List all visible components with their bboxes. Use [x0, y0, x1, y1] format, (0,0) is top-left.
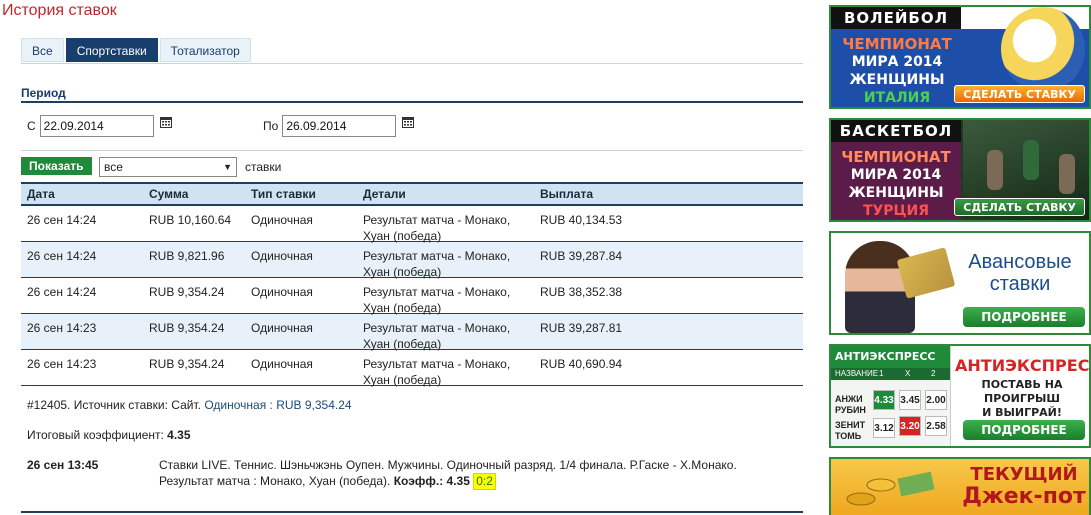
- bet-type-tabs: Все Спортставки Тотализатор: [21, 38, 253, 62]
- banner-subtitle: ПОСТАВЬ НА ПРОИГРЫШ И ВЫИГРАЙ!: [981, 378, 1063, 419]
- tabs-divider: [21, 63, 803, 64]
- cell-details: Результат матча - Монако, Хуан (победа): [363, 357, 511, 387]
- bet-source-link[interactable]: Одиночная : RUB 9,354.24: [204, 398, 351, 412]
- table-row[interactable]: 26 сен 14:23 RUB 9,354.24 Одиночная Резу…: [21, 350, 803, 387]
- bets-table: Дата Сумма Тип ставки Детали Выплата 26 …: [21, 182, 803, 387]
- cell-type: Одиночная: [251, 213, 313, 227]
- make-bet-button[interactable]: СДЕЛАТЬ СТАВКУ: [954, 198, 1085, 216]
- cell-date: 26 сен 14:24: [27, 213, 97, 227]
- cell-details: Результат матча - Монако, Хуан (победа): [363, 285, 511, 315]
- bet-type-selected: все: [104, 160, 123, 174]
- table-row[interactable]: 26 сен 14:24 RUB 9,821.96 Одиночная Резу…: [21, 242, 803, 279]
- banner-title: Авансовые ставки: [968, 251, 1072, 295]
- date-from-input[interactable]: [39, 115, 154, 137]
- bet-type-select[interactable]: все ▼: [99, 157, 237, 177]
- table-header: Дата Сумма Тип ставки Детали Выплата: [21, 182, 803, 206]
- event-line-2: Результат матча : Монако, Хуан (победа).…: [159, 473, 779, 490]
- calendar-icon[interactable]: [402, 116, 415, 128]
- cell-payout: RUB 40,690.94: [540, 357, 623, 371]
- odds-table-image: АНТИЭКСПРЕСС НАЗВАНИЕ 1 X 2 АНЖИ РУБИН 4.…: [831, 346, 951, 446]
- total-coef-value: 4.35: [167, 428, 191, 442]
- event-time: 26 сен 13:45: [27, 458, 99, 472]
- banner-jackpot[interactable]: ТЕКУЩИЙ Джек-пот: [829, 457, 1091, 515]
- cell-details: Результат матча - Монако, Хуан (победа): [363, 321, 511, 351]
- cell-date: 26 сен 14:23: [27, 321, 97, 335]
- coef-value: 4.35: [446, 474, 470, 488]
- cell-sum: RUB 9,354.24: [149, 321, 225, 335]
- cell-sum: RUB 9,821.96: [149, 249, 225, 263]
- cell-date: 26 сен 14:24: [27, 285, 97, 299]
- cell-sum: RUB 9,354.24: [149, 357, 225, 371]
- cell-details: Результат матча - Монако, Хуан (победа): [363, 213, 511, 243]
- cell-type: Одиночная: [251, 357, 313, 371]
- cell-payout: RUB 40,134.53: [540, 213, 623, 227]
- event-description: Ставки LIVE. Теннис. Шэньчжэнь Оупен. Му…: [159, 458, 779, 490]
- date-from-label: С: [27, 119, 36, 133]
- bet-source-prefix: #12405. Источник ставки: Сайт.: [27, 398, 201, 412]
- event-line-1: Ставки LIVE. Теннис. Шэньчжэнь Оупен. Му…: [159, 458, 737, 472]
- cell-type: Одиночная: [251, 249, 313, 263]
- make-bet-button[interactable]: СДЕЛАТЬ СТАВКУ: [954, 85, 1085, 103]
- banner-body: ЧЕМПИОНАТ МИРА 2014 ЖЕНЩИНЫ ИТАЛИЯ: [842, 35, 952, 106]
- header-details: Детали: [363, 187, 406, 201]
- period-divider: [21, 101, 803, 103]
- calendar-icon[interactable]: [159, 116, 172, 128]
- tab-sport-bets[interactable]: Спортставки: [65, 38, 158, 62]
- coef-label: Коэфф.:: [393, 474, 444, 488]
- filter-divider: [21, 150, 803, 151]
- chevron-down-icon: ▼: [223, 162, 232, 172]
- banner-advance-bets[interactable]: Авансовые ставки ПОДРОБНЕЕ: [829, 231, 1091, 335]
- banner-antiexpress[interactable]: АНТИЭКСПРЕСС НАЗВАНИЕ 1 X 2 АНЖИ РУБИН 4.…: [829, 344, 1091, 448]
- promo-banners: ВОЛЕЙБОЛ ЧЕМПИОНАТ МИРА 2014 ЖЕНЩИНЫ ИТА…: [829, 5, 1091, 515]
- date-to-label: По: [263, 119, 279, 133]
- show-button[interactable]: Показать: [21, 157, 92, 175]
- total-coef-label: Итоговый коэффициент:: [27, 428, 164, 442]
- more-button[interactable]: ПОДРОБНЕЕ: [963, 420, 1085, 440]
- bet-source-line: #12405. Источник ставки: Сайт. Одиночная…: [27, 398, 352, 412]
- filter-suffix-label: ставки: [245, 160, 282, 174]
- banner-head: БАСКЕТБОЛ: [831, 120, 961, 142]
- date-to-group: По: [263, 115, 415, 137]
- banner-volleyball[interactable]: ВОЛЕЙБОЛ ЧЕМПИОНАТ МИРА 2014 ЖЕНЩИНЫ ИТА…: [829, 5, 1091, 109]
- banner-title: АНТИЭКСПРЕСС: [955, 356, 1091, 375]
- banner-basketball[interactable]: БАСКЕТБОЛ ЧЕМПИОНАТ МИРА 2014 ЖЕНЩИНЫ ТУ…: [829, 118, 1091, 222]
- coins-icon: [846, 471, 935, 506]
- period-heading: Период: [21, 86, 66, 100]
- cell-sum: RUB 10,160.64: [149, 213, 232, 227]
- total-coefficient: Итоговый коэффициент: 4.35: [27, 428, 191, 442]
- header-type: Тип ставки: [251, 187, 316, 201]
- table-row[interactable]: 26 сен 14:24 RUB 10,160.64 Одиночная Рез…: [21, 206, 803, 243]
- volleyball-icon: [1001, 7, 1085, 91]
- cell-type: Одиночная: [251, 321, 313, 335]
- cell-payout: RUB 38,352.38: [540, 285, 623, 299]
- banner-body: ЧЕМПИОНАТ МИРА 2014 ЖЕНЩИНЫ ТУРЦИЯ: [831, 142, 961, 220]
- cell-date: 26 сен 14:24: [27, 249, 97, 263]
- tab-all[interactable]: Все: [21, 38, 64, 62]
- score-badge: 0:2: [473, 473, 496, 490]
- table-row[interactable]: 26 сен 14:23 RUB 9,354.24 Одиночная Резу…: [21, 314, 803, 351]
- tab-totalizator[interactable]: Тотализатор: [159, 38, 251, 62]
- header-payout: Выплата: [540, 187, 594, 201]
- bottom-divider: [21, 511, 803, 513]
- table-row[interactable]: 26 сен 14:24 RUB 9,354.24 Одиночная Резу…: [21, 278, 803, 315]
- header-date: Дата: [27, 187, 55, 201]
- header-sum: Сумма: [149, 187, 189, 201]
- page-title: История ставок: [2, 2, 117, 19]
- cell-date: 26 сен 14:23: [27, 357, 97, 371]
- date-from-group: С: [27, 115, 172, 137]
- cell-sum: RUB 9,354.24: [149, 285, 225, 299]
- cell-details: Результат матча - Монако, Хуан (победа): [363, 249, 511, 279]
- banner-head: ВОЛЕЙБОЛ: [831, 7, 961, 29]
- banner-title: ТЕКУЩИЙ Джек-пот: [962, 464, 1086, 509]
- date-to-input[interactable]: [282, 115, 397, 137]
- cell-payout: RUB 39,287.81: [540, 321, 623, 335]
- cell-type: Одиночная: [251, 285, 313, 299]
- cell-payout: RUB 39,287.84: [540, 249, 623, 263]
- more-button[interactable]: ПОДРОБНЕЕ: [963, 307, 1085, 327]
